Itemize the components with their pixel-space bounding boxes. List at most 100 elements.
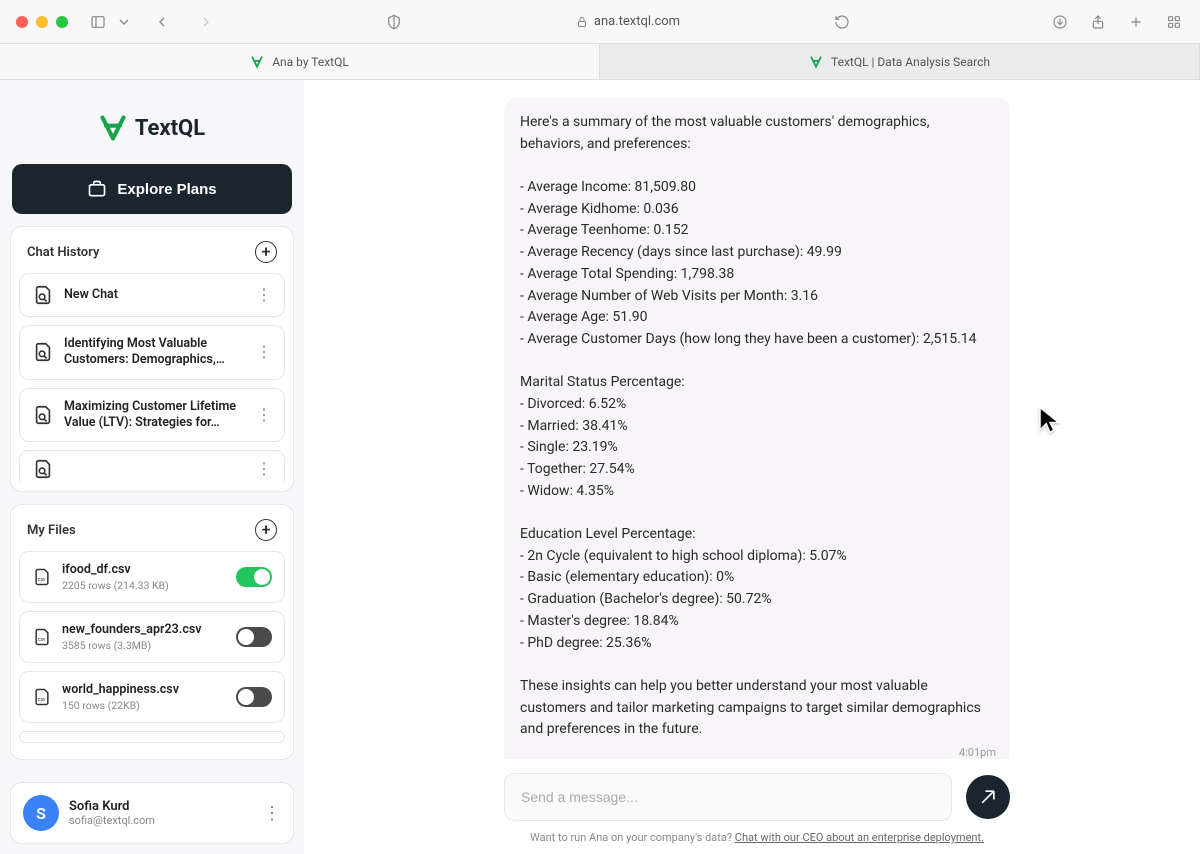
msg-line: - Average Total Spending: 1,798.38	[520, 264, 994, 286]
document-search-icon	[32, 284, 54, 306]
msg-subheader: Education Level Percentage:	[520, 524, 994, 546]
explore-plans-label: Explore Plans	[117, 181, 216, 198]
maximize-window-button[interactable]	[56, 16, 68, 28]
msg-line: - PhD degree: 25.36%	[520, 633, 994, 655]
brand-logo: TextQL	[10, 90, 294, 152]
sidebar: TextQL Explore Plans Chat History + New …	[0, 80, 304, 854]
msg-line: - Single: 23.19%	[520, 437, 994, 459]
file-name: new_founders_apr23.csv	[62, 622, 226, 637]
user-name: Sofia Kurd	[69, 799, 253, 814]
footer-cta: Want to run Ana on your company's data? …	[504, 825, 1010, 854]
file-item[interactable]: csv ifood_df.csv 2205 rows (214.33 KB)	[19, 551, 285, 603]
chat-history-item[interactable]: Identifying Most Valuable Customers: Dem…	[19, 325, 285, 380]
my-files-panel: My Files + csv ifood_df.csv 2205 rows (2…	[10, 504, 294, 760]
new-tab-icon[interactable]	[1126, 12, 1146, 32]
msg-line: - Average Kidhome: 0.036	[520, 199, 994, 221]
forward-button[interactable]	[196, 12, 216, 32]
message-timestamp: 4:01pm	[959, 744, 996, 759]
chat-history-item[interactable]: Maximizing Customer Lifetime Value (LTV)…	[19, 388, 285, 443]
new-chat-plus-button[interactable]: +	[255, 241, 277, 263]
msg-line: - 2n Cycle (equivalent to high school di…	[520, 546, 994, 568]
message-input[interactable]	[504, 773, 952, 821]
footer-text: Want to run Ana on your company's data?	[530, 831, 735, 844]
document-search-icon	[32, 341, 54, 363]
file-item[interactable]: csv world_happiness.csv 150 rows (22KB)	[19, 671, 285, 723]
window-controls	[16, 16, 68, 28]
user-card: S Sofia Kurd sofia@textql.com	[10, 782, 294, 844]
share-icon[interactable]	[1088, 12, 1108, 32]
url-text: ana.textql.com	[594, 14, 680, 29]
msg-outro: These insights can help you better under…	[520, 676, 994, 741]
tab-label: Ana by TextQL	[272, 55, 349, 69]
brand-name: TextQL	[135, 116, 205, 141]
privacy-shield-icon[interactable]	[384, 12, 404, 32]
sidebar-toggle-icon[interactable]	[88, 12, 108, 32]
file-meta: 2205 rows (214.33 KB)	[62, 579, 226, 592]
tab-search[interactable]: TextQL | Data Analysis Search	[600, 44, 1200, 79]
svg-text:csv: csv	[38, 577, 46, 583]
download-icon[interactable]	[1050, 12, 1070, 32]
close-window-button[interactable]	[16, 16, 28, 28]
tab-overview-icon[interactable]	[1164, 12, 1184, 32]
msg-line: - Widow: 4.35%	[520, 481, 994, 503]
user-email: sofia@textql.com	[69, 814, 253, 827]
minimize-window-button[interactable]	[36, 16, 48, 28]
textql-logo-icon	[250, 55, 264, 69]
chat-item-title: Identifying Most Valuable Customers: Dem…	[64, 336, 246, 369]
chat-main: Here's a summary of the most valuable cu…	[304, 80, 1200, 854]
file-item[interactable]: csv new_founders_apr23.csv 3585 rows (3.…	[19, 611, 285, 663]
chat-item-menu-icon[interactable]	[256, 348, 272, 356]
file-toggle[interactable]	[236, 687, 272, 707]
msg-line: - Average Customer Days (how long they h…	[520, 329, 994, 351]
msg-line: - Graduation (Bachelor's degree): 50.72%	[520, 589, 994, 611]
explore-plans-button[interactable]: Explore Plans	[12, 164, 292, 214]
tab-label: TextQL | Data Analysis Search	[831, 55, 990, 69]
msg-line: - Basic (elementary education): 0%	[520, 567, 994, 589]
msg-line: - Average Number of Web Visits per Month…	[520, 286, 994, 308]
tab-bar: Ana by TextQL TextQL | Data Analysis Sea…	[0, 44, 1200, 80]
address-bar[interactable]: ana.textql.com	[576, 14, 680, 29]
msg-subheader: Marital Status Percentage:	[520, 372, 994, 394]
msg-intro: Here's a summary of the most valuable cu…	[520, 112, 994, 155]
msg-line: - Married: 38.41%	[520, 416, 994, 438]
chevron-down-icon[interactable]	[114, 12, 134, 32]
send-button[interactable]	[966, 775, 1010, 819]
reload-icon[interactable]	[832, 12, 852, 32]
browser-toolbar: ana.textql.com	[0, 0, 1200, 44]
chat-item-title: Maximizing Customer Lifetime Value (LTV)…	[64, 399, 246, 432]
file-meta: 150 rows (22KB)	[62, 699, 226, 712]
file-item[interactable]	[19, 731, 285, 743]
chat-item-menu-icon[interactable]	[256, 411, 272, 419]
my-files-header: My Files	[27, 523, 76, 538]
msg-line: - Divorced: 6.52%	[520, 394, 994, 416]
file-toggle[interactable]	[236, 627, 272, 647]
add-file-plus-button[interactable]: +	[255, 519, 277, 541]
msg-line: - Average Income: 81,509.80	[520, 177, 994, 199]
user-menu-icon[interactable]	[263, 809, 281, 818]
chat-history-panel: Chat History + New Chat Identifying Most…	[10, 226, 294, 492]
file-name: ifood_df.csv	[62, 562, 226, 577]
avatar: S	[23, 795, 59, 831]
footer-link[interactable]: Chat with our CEO about an enterprise de…	[735, 831, 984, 844]
chat-history-item-new[interactable]: New Chat	[19, 273, 285, 317]
chat-item-menu-icon[interactable]	[256, 291, 272, 299]
file-toggle[interactable]	[236, 567, 272, 587]
tab-ana[interactable]: Ana by TextQL	[0, 44, 600, 79]
chat-history-item[interactable]	[19, 450, 285, 483]
chat-item-menu-icon[interactable]	[256, 465, 272, 473]
msg-line: - Average Recency (days since last purch…	[520, 242, 994, 264]
textql-logo-icon	[99, 114, 127, 142]
msg-line: - Average Age: 51.90	[520, 307, 994, 329]
assistant-message: Here's a summary of the most valuable cu…	[504, 98, 1010, 759]
svg-text:csv: csv	[38, 697, 46, 703]
msg-line: - Together: 27.54%	[520, 459, 994, 481]
csv-file-icon: csv	[32, 567, 52, 587]
file-name: world_happiness.csv	[62, 682, 226, 697]
textql-logo-icon	[809, 55, 823, 69]
back-button[interactable]	[152, 12, 172, 32]
csv-file-icon: csv	[32, 687, 52, 707]
document-search-icon	[32, 404, 54, 426]
msg-line: - Average Teenhome: 0.152	[520, 220, 994, 242]
document-search-icon	[32, 458, 54, 480]
csv-file-icon: csv	[32, 627, 52, 647]
